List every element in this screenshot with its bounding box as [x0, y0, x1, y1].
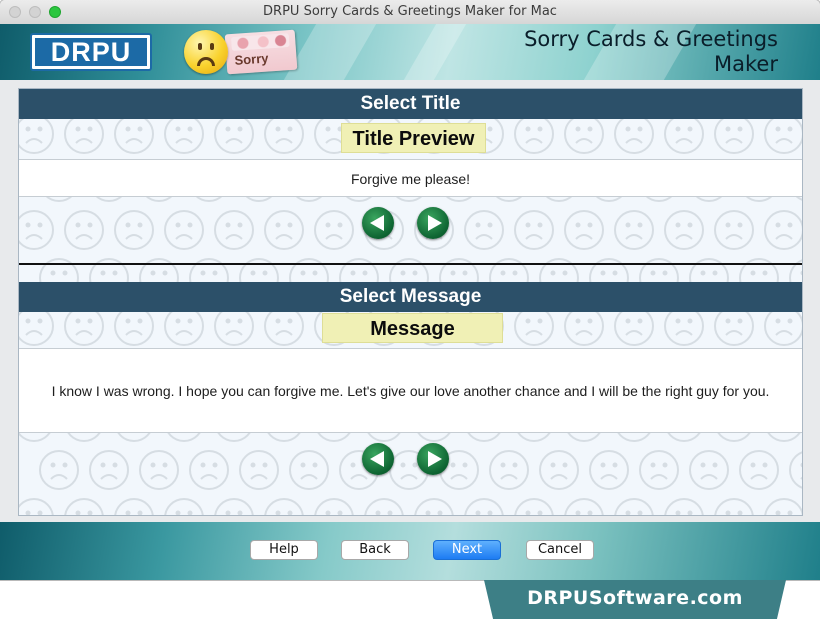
title-bar: DRPU Sorry Cards & Greetings Maker for M… — [0, 0, 820, 25]
cancel-button[interactable]: Cancel — [526, 540, 594, 560]
header-banner: DRPU Sorry Sorry Cards & Greetings Maker — [0, 24, 820, 80]
message-preview-text[interactable]: I know I was wrong. I hope you can forgi… — [19, 348, 802, 433]
next-button[interactable]: Next — [433, 540, 501, 560]
website-banner: DRPUSoftware.com — [484, 580, 786, 619]
app-window: DRPU Sorry Cards & Greetings Maker for M… — [0, 0, 820, 580]
help-button[interactable]: Help — [250, 540, 318, 560]
app-title: Sorry Cards & Greetings Maker — [524, 27, 778, 77]
app-title-line1: Sorry Cards & Greetings — [524, 27, 778, 51]
select-title-heading: Select Title — [19, 89, 802, 119]
window-title: DRPU Sorry Cards & Greetings Maker for M… — [263, 4, 557, 19]
message-next-button[interactable] — [417, 443, 449, 475]
title-preview-label: Title Preview — [341, 123, 486, 153]
back-button[interactable]: Back — [341, 540, 409, 560]
select-message-heading: Select Message — [19, 282, 802, 312]
website-url: DRPUSoftware.com — [527, 587, 743, 609]
sorry-card-graphic: Sorry — [224, 29, 298, 75]
title-prev-button[interactable] — [362, 207, 394, 239]
card-label: Sorry — [233, 50, 269, 68]
title-preview-text[interactable]: Forgive me please! — [19, 159, 802, 197]
content-panel: Select Title Title Preview Forgive me pl… — [18, 88, 803, 516]
drpu-logo: DRPU — [30, 33, 152, 71]
sad-face-icon — [184, 30, 228, 74]
app-title-line2: Maker — [714, 52, 778, 76]
section-divider — [19, 263, 802, 265]
message-preview-label: Message Preview — [322, 313, 503, 370]
message-prev-button[interactable] — [362, 443, 394, 475]
logo-text: DRPU — [35, 38, 147, 66]
footer-bar: Help Back Next Cancel — [0, 522, 820, 580]
title-next-button[interactable] — [417, 207, 449, 239]
